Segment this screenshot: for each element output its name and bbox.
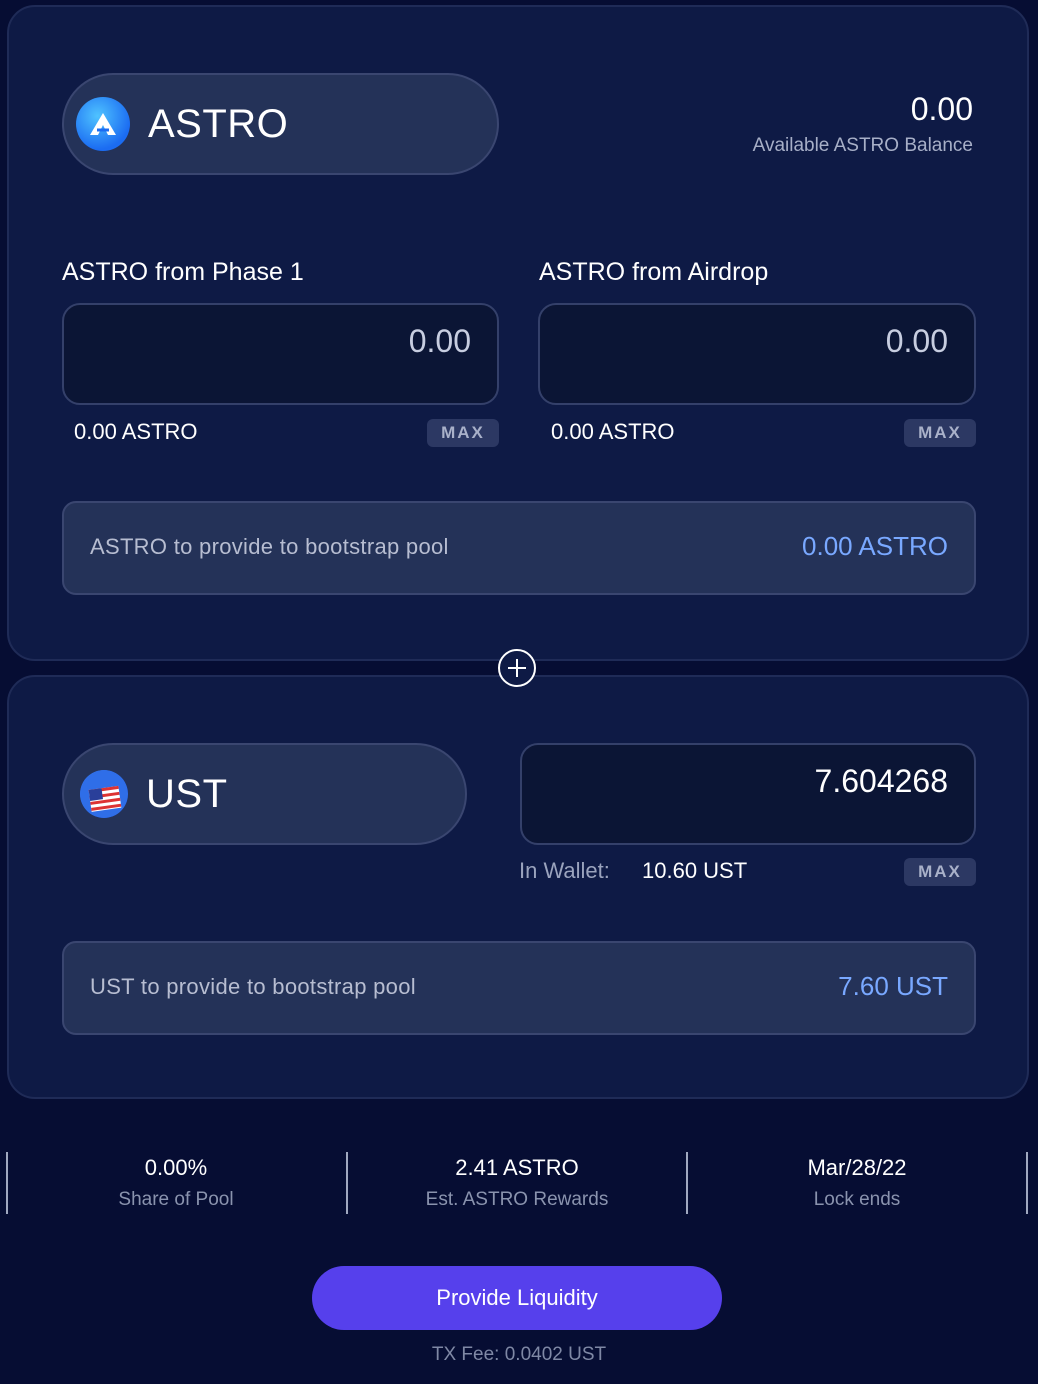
ust-bootstrap-label: UST to provide to bootstrap pool: [90, 974, 416, 999]
phase1-label: ASTRO from Phase 1: [62, 258, 304, 286]
tx-fee: TX Fee: 0.0402 UST: [431, 1344, 607, 1365]
phase1-available: 0.00 ASTRO: [74, 419, 198, 444]
wallet-label: In Wallet:: [519, 858, 610, 883]
stat-value: 0.00%: [144, 1155, 208, 1180]
stat-label: Est. ASTRO Rewards: [425, 1189, 609, 1210]
stats-row: 0.00% Share of Pool 2.41 ASTRO Est. ASTR…: [0, 1152, 1038, 1214]
astro-balance-value: 0.00: [910, 91, 973, 127]
astroport-logo-icon: [76, 97, 130, 151]
ust-amount-input[interactable]: 7.604268: [520, 743, 976, 845]
phase1-amount-value: 0.00: [408, 323, 471, 359]
plus-icon: [498, 649, 536, 687]
astro-bootstrap-label: ASTRO to provide to bootstrap pool: [90, 534, 449, 559]
astro-token-selector[interactable]: ASTRO: [62, 73, 499, 175]
astro-card: ASTRO 0.00 Available ASTRO Balance ASTRO…: [7, 5, 1029, 661]
ust-bootstrap-summary: UST to provide to bootstrap pool 7.60 US…: [62, 941, 976, 1035]
stat-label: Lock ends: [813, 1189, 901, 1210]
ust-max-button[interactable]: MAX: [904, 858, 976, 886]
ust-amount-value: 7.604268: [814, 763, 948, 799]
airdrop-label: ASTRO from Airdrop: [539, 258, 769, 286]
ust-card: UST 7.604268 In Wallet: 10.60 UST MAX US…: [7, 675, 1029, 1099]
stat-value: Mar/28/22: [807, 1155, 907, 1180]
wallet-value: 10.60 UST: [642, 858, 748, 883]
airdrop-max-button[interactable]: MAX: [904, 419, 976, 447]
ust-token-selector[interactable]: UST: [62, 743, 467, 845]
stat-est-rewards: 2.41 ASTRO Est. ASTRO Rewards: [348, 1152, 686, 1211]
ust-token-name: UST: [146, 771, 228, 816]
stat-label: Share of Pool: [118, 1189, 234, 1210]
astro-bootstrap-summary: ASTRO to provide to bootstrap pool 0.00 …: [62, 501, 976, 595]
stat-share-of-pool: 0.00% Share of Pool: [7, 1152, 345, 1211]
stat-divider: [1026, 1152, 1028, 1214]
provide-liquidity-button[interactable]: Provide Liquidity: [312, 1266, 722, 1330]
ust-bootstrap-value: 7.60 UST: [838, 971, 948, 1001]
stat-value: 2.41 ASTRO: [455, 1155, 579, 1180]
astro-token-name: ASTRO: [148, 101, 289, 146]
airdrop-amount-value: 0.00: [885, 323, 948, 359]
phase1-amount-input[interactable]: 0.00: [62, 303, 499, 405]
ust-flag-icon: [80, 770, 128, 818]
astro-balance-label: Available ASTRO Balance: [752, 135, 973, 156]
stat-lock-ends: Mar/28/22 Lock ends: [688, 1152, 1026, 1211]
airdrop-amount-input[interactable]: 0.00: [538, 303, 976, 405]
phase1-max-button[interactable]: MAX: [427, 419, 499, 447]
astro-bootstrap-value: 0.00 ASTRO: [802, 531, 948, 561]
airdrop-available: 0.00 ASTRO: [551, 419, 675, 444]
